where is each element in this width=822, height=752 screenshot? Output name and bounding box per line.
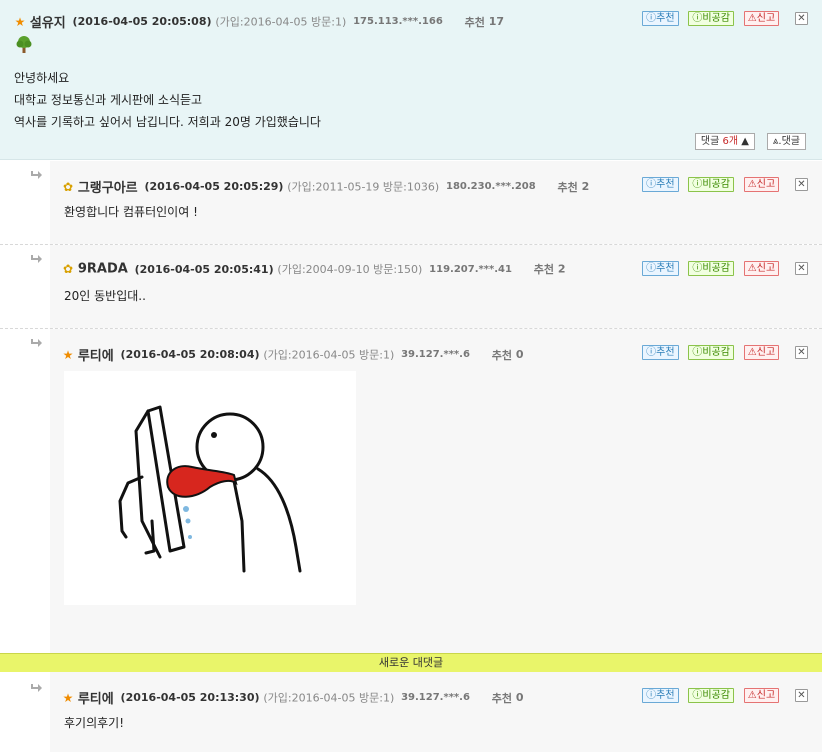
close-icon[interactable]: ✕ (795, 12, 808, 25)
ip-address: 119.207.***.41 (429, 263, 512, 275)
join-info: (가입:2004-09-10 방문:150) (277, 263, 423, 276)
recommend-count: 0 (515, 348, 524, 361)
recommend-button[interactable]: ⓘ추천 (642, 688, 679, 703)
reply-header: ★ 루티에 (2016-04-05 20:13:30) (가입:2016-04-… (62, 688, 524, 708)
reply-header: ✿ 그랭구아르 (2016-04-05 20:05:29) (가입:2011-0… (62, 177, 590, 197)
new-reply-bar[interactable]: 새로운 대댓글 (0, 653, 822, 673)
report-button[interactable]: ⚠신고 (743, 345, 780, 360)
author-nick[interactable]: 9RADA (78, 262, 128, 277)
reply-image[interactable] (64, 371, 356, 605)
report-button[interactable]: ⚠신고 (743, 177, 780, 192)
join-info: (가입:2016-04-05 방문:1) (215, 15, 347, 29)
comment-buttons: 댓글 6개 ▲ ⩓.댓글 (687, 133, 806, 150)
post-line: 역사를 기록하고 싶어서 남깁니다. 저희과 20명 가입했습니다 (14, 115, 321, 129)
report-button[interactable]: ⚠신고 (743, 11, 780, 26)
close-icon[interactable]: ✕ (795, 178, 808, 191)
reply-actions: ⓘ추천 ⓘ비공감 ⚠신고 ✕ (636, 261, 808, 277)
author-nick[interactable]: 그랭구아르 (78, 181, 138, 196)
close-icon[interactable]: ✕ (795, 346, 808, 359)
reply-item: ✿ 9RADA (2016-04-05 20:05:41) (가입:2004-0… (0, 245, 822, 328)
medal-icon: ✿ (62, 179, 74, 194)
reply-text: 환영합니다 컴퓨터인이여 ! (64, 205, 198, 219)
close-icon[interactable]: ✕ (795, 689, 808, 702)
join-info: (가입:2011-05-19 방문:1036) (287, 180, 440, 194)
reply-actions: ⓘ추천 ⓘ비공감 ⚠신고 ✕ (636, 345, 808, 361)
post-header: ★ 설유지 (2016-04-05 20:05:08) (가입:2016-04-… (14, 12, 505, 32)
recommend-button[interactable]: ⓘ추천 (642, 261, 679, 276)
reply-date: (2016-04-05 20:08:04) (120, 348, 260, 361)
author-nick[interactable]: 루티에 (78, 692, 114, 707)
recommend-count: 2 (557, 262, 566, 276)
ip-address: 39.127.***.6 (401, 692, 470, 703)
report-button[interactable]: ⚠신고 (743, 261, 780, 276)
blind-button[interactable]: ⓘ비공감 (688, 11, 734, 26)
recommend-count: 2 (581, 180, 590, 193)
star-icon: ★ (14, 14, 26, 29)
reply-item: ✿ 그랭구아르 (2016-04-05 20:05:29) (가입:2011-0… (0, 161, 822, 244)
recommend-label: 추천 (557, 180, 578, 194)
reply-arrow-icon (31, 684, 42, 692)
ip-address: 175.113.***.166 (353, 16, 443, 27)
post-date: (2016-04-05 20:05:08) (72, 15, 212, 28)
reply-arrow-icon (31, 339, 42, 347)
star-icon: ★ (62, 690, 74, 705)
post-content: 안녕하세요 대학교 정보통신과 게시판에 소식듣고 역사를 기록하고 싶어서 남… (14, 67, 321, 133)
recommend-label: 추천 (533, 263, 554, 276)
reply-item: ★ 루티에 (2016-04-05 20:13:30) (가입:2016-04-… (0, 672, 822, 752)
post-line: 안녕하세요 (14, 71, 70, 85)
recommend-label: 추천 (491, 691, 512, 705)
blind-button[interactable]: ⓘ비공감 (688, 177, 734, 192)
medal-icon: ✿ (62, 262, 74, 276)
star-icon: ★ (62, 347, 74, 362)
blind-button[interactable]: ⓘ비공감 (688, 688, 734, 703)
close-icon[interactable]: ✕ (795, 262, 808, 275)
reply-date: (2016-04-05 20:05:41) (134, 262, 274, 276)
blind-button[interactable]: ⓘ비공감 (688, 345, 734, 360)
blind-button[interactable]: ⓘ비공감 (688, 261, 734, 276)
reply-header: ✿ 9RADA (2016-04-05 20:05:41) (가입:2004-0… (62, 261, 566, 277)
tree-icon (16, 36, 32, 53)
reply-actions: ⓘ추천 ⓘ비공감 ⚠신고 ✕ (636, 688, 808, 704)
main-post: ★ 설유지 (2016-04-05 20:05:08) (가입:2016-04-… (0, 0, 822, 160)
recommend-count: 0 (515, 691, 524, 704)
reply-date: (2016-04-05 20:13:30) (120, 691, 260, 704)
reply-text: 후기의후기! (64, 716, 125, 730)
reply-header: ★ 루티에 (2016-04-05 20:08:04) (가입:2016-04-… (62, 345, 524, 365)
post-line: 대학교 정보통신과 게시판에 소식듣고 (14, 93, 203, 107)
reply-arrow-icon (31, 171, 42, 179)
ip-address: 39.127.***.6 (401, 349, 470, 360)
recommend-label: 추천 (491, 348, 512, 362)
recommend-count: 17 (488, 15, 505, 28)
author-nick[interactable]: 루티에 (78, 349, 114, 364)
recommend-button[interactable]: ⓘ추천 (642, 345, 679, 360)
ip-address: 180.230.***.208 (446, 181, 536, 192)
licking-monitor-drawing (118, 405, 302, 573)
report-button[interactable]: ⚠신고 (743, 688, 780, 703)
write-reply-button[interactable]: ⩓.댓글 (766, 133, 806, 150)
recommend-button[interactable]: ⓘ추천 (642, 177, 679, 192)
comments-toggle-button[interactable]: 댓글 6개 ▲ (694, 133, 755, 150)
reply-arrow-icon (31, 255, 42, 263)
post-actions: ⓘ추천 ⓘ비공감 ⚠신고 ✕ (636, 11, 808, 27)
author-nick[interactable]: 설유지 (30, 16, 66, 31)
reply-actions: ⓘ추천 ⓘ비공감 ⚠신고 ✕ (636, 177, 808, 193)
join-info: (가입:2016-04-05 방문:1) (263, 348, 395, 362)
join-info: (가입:2016-04-05 방문:1) (263, 691, 395, 705)
recommend-label: 추천 (464, 15, 485, 29)
recommend-button[interactable]: ⓘ추천 (642, 11, 679, 26)
reply-text: 20인 동반입대.. (64, 289, 146, 303)
reply-date: (2016-04-05 20:05:29) (144, 180, 284, 193)
